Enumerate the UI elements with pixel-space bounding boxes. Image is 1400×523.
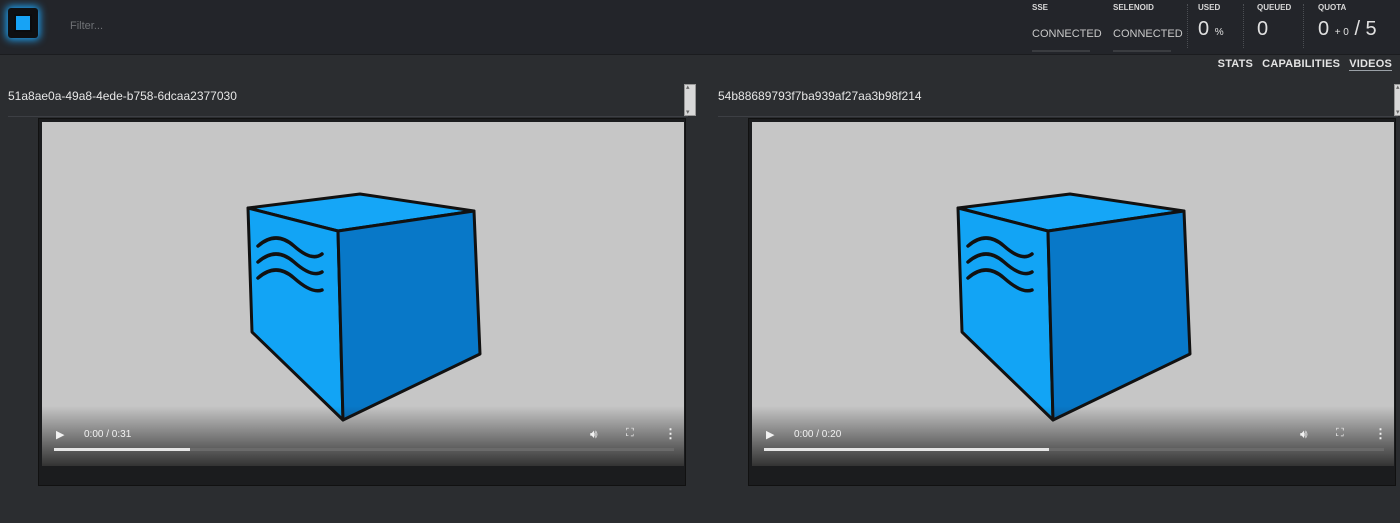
divider [1243, 4, 1245, 48]
divider [1303, 4, 1305, 48]
panel-scrollbar[interactable] [684, 83, 696, 116]
fullscreen-icon[interactable]: ⛶ [626, 427, 634, 440]
more-options-icon[interactable]: ⋮ [1374, 426, 1387, 442]
volume-icon[interactable]: 🔊︎ [1300, 427, 1308, 442]
selenoid-label: SELENOID [1113, 3, 1154, 12]
video-time: 0:00 / 0:20 [794, 429, 842, 440]
video-panel: 51a8ae0a-49a8-4ede-b758-6dcaa2377030 ▶ 0… [8, 83, 696, 486]
video-frame: ▶ 0:00 / 0:31 🔊︎ ⛶ ⋮ [42, 122, 684, 466]
used-label: USED [1198, 3, 1221, 12]
progress-fill [54, 448, 191, 451]
panel-scrollbar[interactable] [1394, 83, 1400, 116]
tab-stats[interactable]: STATS [1218, 58, 1253, 70]
video-player[interactable]: ▶ 0:00 / 0:31 🔊︎ ⛶ ⋮ [38, 118, 686, 486]
fullscreen-icon[interactable]: ⛶ [1336, 427, 1344, 440]
video-session-id[interactable]: 54b88689793f7ba939af27aa3b98f214 [718, 89, 922, 103]
video-time: 0:00 / 0:31 [84, 429, 132, 440]
video-player[interactable]: ▶ 0:00 / 0:20 🔊︎ ⛶ ⋮ [748, 118, 1396, 486]
video-progress-bar[interactable] [764, 448, 1384, 451]
play-icon[interactable]: ▶ [56, 428, 64, 441]
quota-value: 0 + 0 / 5 [1318, 18, 1377, 40]
tab-videos[interactable]: VIDEOS [1349, 58, 1392, 71]
selenoid-logo-icon[interactable] [8, 8, 38, 38]
video-controls: ▶ 0:00 / 0:20 🔊︎ ⛶ ⋮ [752, 426, 1394, 466]
top-bar: SSE CONNECTED SELENOID CONNECTED USED 0 … [0, 0, 1400, 55]
more-options-icon[interactable]: ⋮ [664, 426, 677, 442]
view-tabs: STATS CAPABILITIES VIDEOS [1212, 58, 1392, 74]
sse-value: CONNECTED [1032, 28, 1102, 40]
queued-label: QUEUED [1257, 3, 1292, 12]
video-panel: 54b88689793f7ba939af27aa3b98f214 ▶ 0:00 … [718, 83, 1400, 486]
video-controls: ▶ 0:00 / 0:31 🔊︎ ⛶ ⋮ [42, 426, 684, 466]
play-icon[interactable]: ▶ [766, 428, 774, 441]
volume-icon[interactable]: 🔊︎ [590, 427, 598, 442]
video-session-id[interactable]: 51a8ae0a-49a8-4ede-b758-6dcaa2377030 [8, 89, 237, 103]
divider [1187, 4, 1189, 48]
divider [8, 116, 688, 117]
queued-value: 0 [1257, 18, 1269, 40]
tab-capabilities[interactable]: CAPABILITIES [1262, 58, 1340, 70]
progress-fill [764, 448, 1050, 451]
sse-label: SSE [1032, 3, 1049, 12]
divider [718, 116, 1398, 117]
used-value: 0 % [1198, 18, 1224, 40]
video-progress-bar[interactable] [54, 448, 674, 451]
selenoid-value: CONNECTED [1113, 28, 1183, 40]
video-frame: ▶ 0:00 / 0:20 🔊︎ ⛶ ⋮ [752, 122, 1394, 466]
quota-label: QUOTA [1318, 3, 1347, 12]
filter-input[interactable] [68, 17, 372, 35]
